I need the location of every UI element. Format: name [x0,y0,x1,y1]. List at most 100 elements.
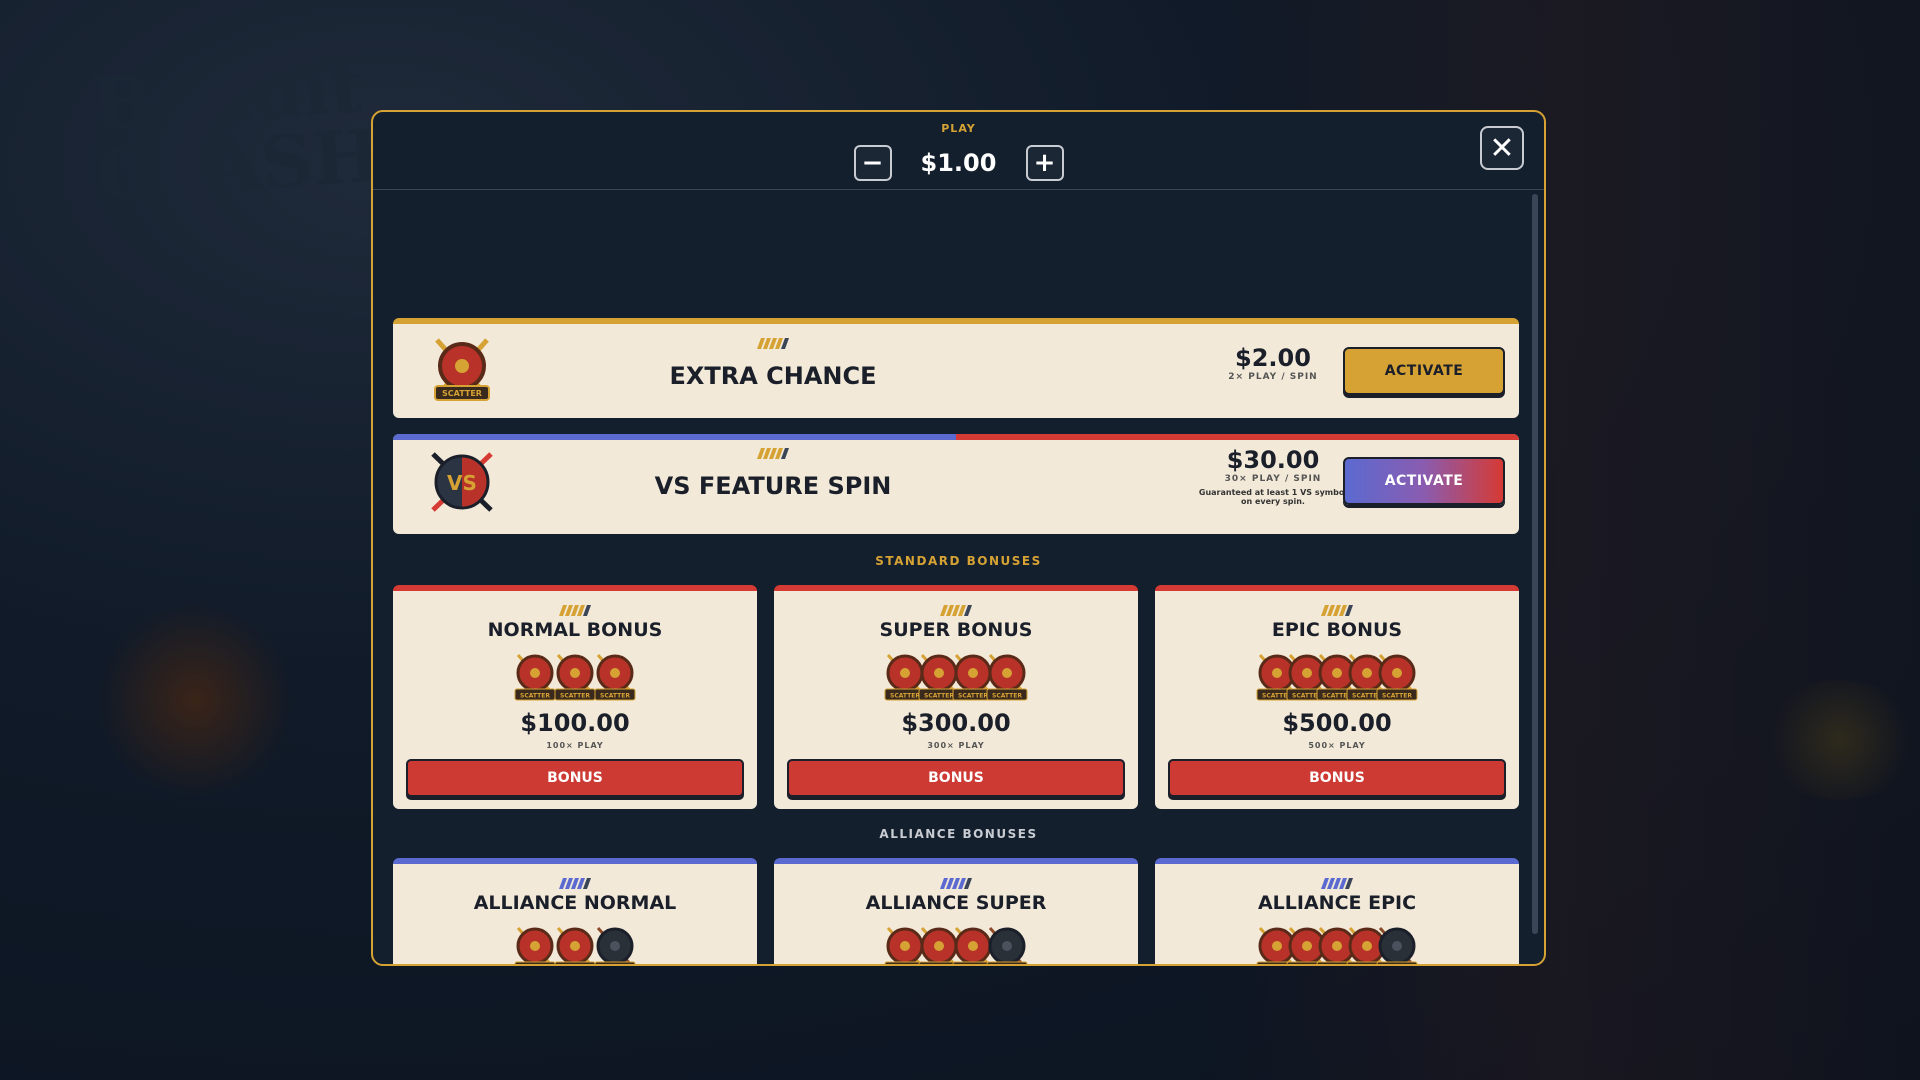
bonus-title: ALLIANCE SUPER [865,892,1047,914]
svg-text:SCATTER: SCATTER [890,966,920,967]
bonus-symbols: SCATTERSCATTERSCATTERSCATTERALLIANCE [1155,924,1519,967]
level-stripes [756,338,790,349]
bonus-title: SUPER BONUS [879,619,1033,641]
background-glow [95,600,295,800]
svg-text:SCATTER: SCATTER [600,693,630,700]
level-stripes [756,448,790,459]
bonus-title: ALLIANCE EPIC [1257,892,1417,914]
bonus-multiplier: 300× PLAY [927,741,985,750]
alliance-bonuses-heading: ALLIANCE BONUSES [879,827,1038,841]
standard-bonus-card: NORMAL BONUS SCATTER SCATTER SCATTER $100.00… [393,585,757,809]
close-button[interactable]: ✕ [1480,126,1524,170]
feature-vs-spin: VS VS FEATURE SPIN $30.00 30× PLAY / SPI… [393,434,1519,534]
alliance-bonus-card: ALLIANCE NORMALSCATTERSCATTERALLIANCE$12… [393,858,757,967]
stake-value: $1.00 [920,149,997,177]
modal-header: PLAY − $1.00 + ✕ [373,112,1544,190]
increase-stake-button[interactable]: + [1025,145,1064,181]
alliance-token-icon: ALLIANCE [986,924,1028,967]
vs-color-strip [393,434,1519,440]
svg-text:ALLIANCE: ALLIANCE [599,966,632,967]
bonus-symbols: SCATTERSCATTERSCATTERALLIANCE [774,924,1138,967]
scatter-token-icon: SCATTER [986,651,1028,703]
standard-bonus-buy-button[interactable]: BONUS [406,759,744,797]
feature-note: Guaranteed at least 1 VS symbol on every… [1198,488,1348,506]
svg-text:SCATTER: SCATTER [890,693,920,700]
scatter-token-icon: SCATTER [554,651,596,703]
minus-icon: − [861,148,884,178]
svg-text:SCATTER: SCATTER [924,693,954,700]
feature-price-block: $2.00 2× PLAY / SPIN [1193,344,1353,382]
svg-text:ALLIANCE: ALLIANCE [991,966,1024,967]
svg-text:SCATTER: SCATTER [958,693,988,700]
bonus-symbols: SCATTER SCATTER SCATTER SCATTER [774,651,1138,703]
activate-extra-chance-button[interactable]: ACTIVATE [1343,347,1505,395]
svg-text:SCATTER: SCATTER [1322,966,1352,967]
level-indicator [1155,874,1519,893]
standard-bonus-card: EPIC BONUS SCATTER SCATTER SCATTER SCATTER SC… [1155,585,1519,809]
svg-text:SCATTER: SCATTER [924,966,954,967]
alliance-token-icon: ALLIANCE [594,924,636,967]
level-stripes [558,878,592,889]
scatter-label: SCATTER [442,389,482,398]
bonus-multiplier: 100× PLAY [546,741,604,750]
standard-bonus-buy-button[interactable]: BONUS [1168,759,1506,797]
svg-text:SCATTER: SCATTER [992,693,1022,700]
level-stripes [1320,605,1354,616]
stake-selector: − $1.00 + [373,142,1544,184]
bonus-symbols: SCATTER SCATTER SCATTER [393,651,757,703]
level-indicator [393,874,757,893]
standard-bonus-buy-button[interactable]: BONUS [787,759,1125,797]
bonus-price: $500.00 [1282,709,1392,737]
level-indicator [393,601,757,620]
svg-text:SCATTER: SCATTER [560,966,590,967]
svg-text:SCATTER: SCATTER [560,693,590,700]
feature-price-block: $30.00 30× PLAY / SPIN Guaranteed at lea… [1193,446,1353,506]
plus-icon: + [1033,148,1056,178]
decrease-stake-button[interactable]: − [853,145,892,181]
level-stripes [1320,878,1354,889]
level-indicator [1155,601,1519,620]
level-indicator [774,874,1138,893]
feature-title: EXTRA CHANCE [669,362,877,390]
svg-text:SCATTER: SCATTER [520,693,550,700]
scatter-token-icon: SCATTER [1376,651,1418,703]
alliance-bonus-card: ALLIANCE EPICSCATTERSCATTERSCATTERSCATTE… [1155,858,1519,967]
scatter-token-icon: SCATTER [514,924,556,967]
level-stripes [939,605,973,616]
feature-extra-chance: SCATTER EXTRA CHANCE $2.00 2× PLAY / SPI… [393,318,1519,418]
svg-text:SCATTER: SCATTER [1382,693,1412,700]
svg-text:SCATTER: SCATTER [958,966,988,967]
alliance-token-icon: ALLIANCE [1376,924,1418,967]
svg-text:SCATTER: SCATTER [520,966,550,967]
alliance-bonus-card: ALLIANCE SUPERSCATTERSCATTERSCATTERALLIA… [774,858,1138,967]
bonus-title: EPIC BONUS [1271,619,1403,641]
bonus-title: ALLIANCE NORMAL [473,892,677,914]
svg-text:SCATTER: SCATTER [1352,966,1382,967]
bonus-title: NORMAL BONUS [487,619,663,641]
feature-title: VS FEATURE SPIN [654,472,892,500]
scatter-token-icon: SCATTER [594,651,636,703]
scatter-token-icon: SCATTER [554,924,596,967]
feature-price: $30.00 [1226,446,1320,474]
standard-bonuses-heading: STANDARD BONUSES [875,554,1042,568]
close-icon: ✕ [1489,130,1515,166]
bonus-price: $300.00 [901,709,1011,737]
bonus-symbols: SCATTER SCATTER ALLIANCE [393,924,757,967]
background-game-logo: Bandit CLASH [89,43,384,217]
svg-text:ALLIANCE: ALLIANCE [1381,966,1414,967]
feature-multiplier: 2× PLAY / SPIN [1228,372,1318,382]
level-indicator [393,444,1153,463]
play-label: PLAY [941,122,976,135]
activate-vs-spin-button[interactable]: ACTIVATE [1343,457,1505,505]
level-stripes [939,878,973,889]
svg-text:SCATTER: SCATTER [1292,966,1322,967]
level-stripes [558,605,592,616]
standard-bonus-card: SUPER BONUS SCATTER SCATTER SCATTER SCATTER $… [774,585,1138,809]
bonus-list[interactable]: SCATTER EXTRA CHANCE $2.00 2× PLAY / SPI… [373,190,1544,967]
scatter-token-icon: SCATTER [514,651,556,703]
feature-multiplier: 30× PLAY / SPIN [1224,474,1322,484]
level-indicator [393,334,1153,353]
scrollbar[interactable] [1532,194,1538,934]
bonus-price: $100.00 [520,709,630,737]
bonus-multiplier: 500× PLAY [1308,741,1366,750]
